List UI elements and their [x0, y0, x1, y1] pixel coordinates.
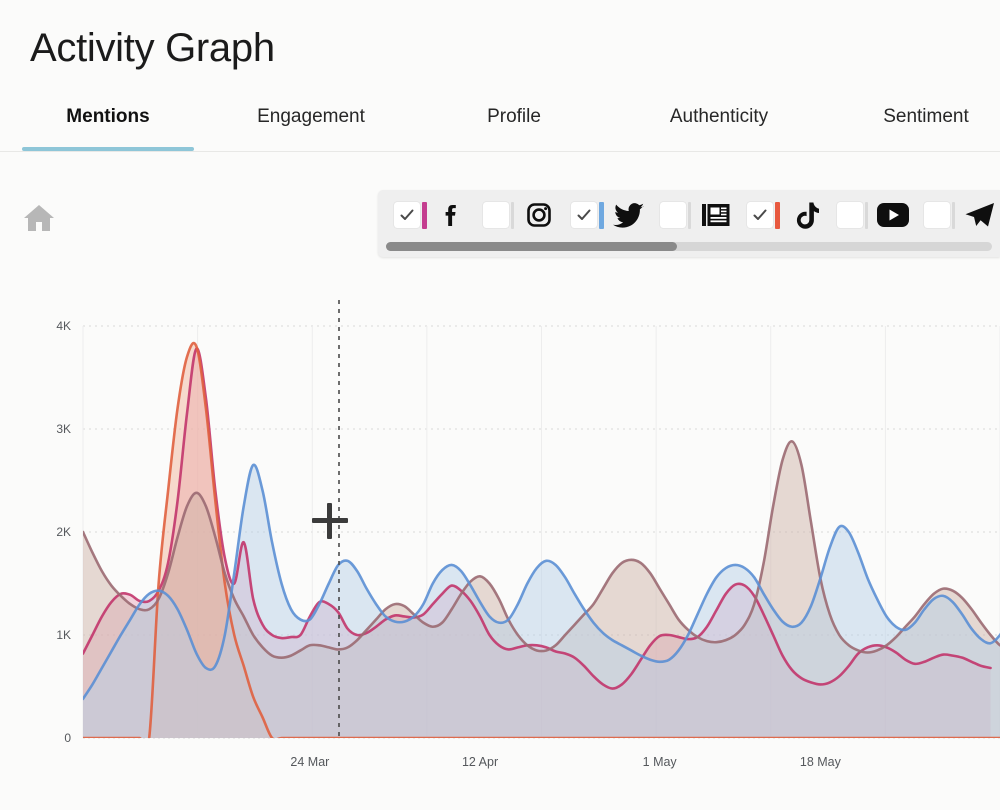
crosshair-cursor	[312, 503, 348, 539]
home-icon[interactable]	[22, 203, 56, 233]
platform-item-news[interactable]	[659, 194, 736, 236]
platform-list	[378, 190, 1000, 240]
platform-item-instagram[interactable]	[483, 194, 559, 236]
tab-label: Sentiment	[883, 106, 969, 127]
platform-item-telegram[interactable]	[923, 194, 1000, 236]
tab-bar: Mentions Engagement Profile Authenticity Sen…	[0, 96, 1000, 152]
checkbox-telegram[interactable]	[923, 202, 950, 228]
y-tick-label: 4K	[56, 319, 71, 333]
tab-label: Authenticity	[669, 106, 769, 127]
activity-chart[interactable]: 0 1K 2K 3K 4K 24 Mar 12 Apr 1 May 18 May	[0, 300, 1000, 800]
checkbox-youtube[interactable]	[836, 202, 863, 228]
platform-item-youtube[interactable]	[836, 194, 913, 236]
tab-label: Engagement	[257, 106, 365, 127]
tiktok-icon[interactable]	[785, 195, 825, 235]
platform-color-swatch	[864, 201, 868, 229]
checkbox-twitter[interactable]	[570, 202, 597, 228]
checkbox-instagram[interactable]	[483, 202, 510, 228]
checkbox-facebook[interactable]	[394, 202, 420, 228]
tab-sentiment[interactable]: Sentiment	[850, 96, 1000, 151]
tab-authenticity[interactable]: Authenticity	[632, 96, 806, 151]
platform-color-swatch	[951, 201, 955, 229]
checkbox-news[interactable]	[659, 202, 686, 228]
tab-engagement[interactable]: Engagement	[222, 96, 400, 151]
platform-color-swatch	[775, 201, 781, 229]
platform-scrollbar-track[interactable]	[386, 242, 992, 251]
y-tick-label: 1K	[56, 628, 71, 642]
platform-color-swatch	[598, 201, 604, 229]
platform-filter-bar	[378, 190, 1000, 257]
tab-label: Mentions	[66, 106, 150, 127]
activity-graph-page: Activity Graph Mentions Engagement Profile…	[0, 0, 1000, 810]
facebook-icon[interactable]	[432, 195, 472, 235]
tab-label: Profile	[487, 106, 541, 127]
platform-item-twitter[interactable]	[570, 194, 649, 236]
y-tick-label: 3K	[56, 422, 71, 436]
y-tick-label: 2K	[56, 525, 71, 539]
platform-item-tiktok[interactable]	[747, 194, 825, 236]
platform-color-swatch	[422, 201, 427, 229]
platform-color-swatch	[687, 201, 691, 229]
tab-active-underline	[22, 147, 194, 151]
x-tick-label: 1 May	[643, 755, 678, 769]
tab-profile[interactable]: Profile	[443, 96, 585, 151]
instagram-icon[interactable]	[519, 195, 559, 235]
tab-mentions[interactable]: Mentions	[22, 96, 194, 151]
x-tick-label: 24 Mar	[290, 755, 329, 769]
checkbox-tiktok[interactable]	[747, 202, 774, 228]
crosshair-vertical	[327, 503, 332, 539]
telegram-icon[interactable]	[960, 195, 1000, 235]
platform-item-facebook[interactable]	[394, 194, 472, 236]
y-tick-label: 0	[64, 731, 71, 745]
x-tick-label: 12 Apr	[462, 755, 498, 769]
news-icon[interactable]	[696, 195, 736, 235]
platform-color-swatch	[511, 201, 515, 229]
twitter-icon[interactable]	[609, 195, 649, 235]
platform-scrollbar-thumb[interactable]	[386, 242, 677, 251]
youtube-icon[interactable]	[873, 195, 913, 235]
page-title: Activity Graph	[30, 26, 275, 70]
x-tick-label: 18 May	[800, 755, 842, 769]
